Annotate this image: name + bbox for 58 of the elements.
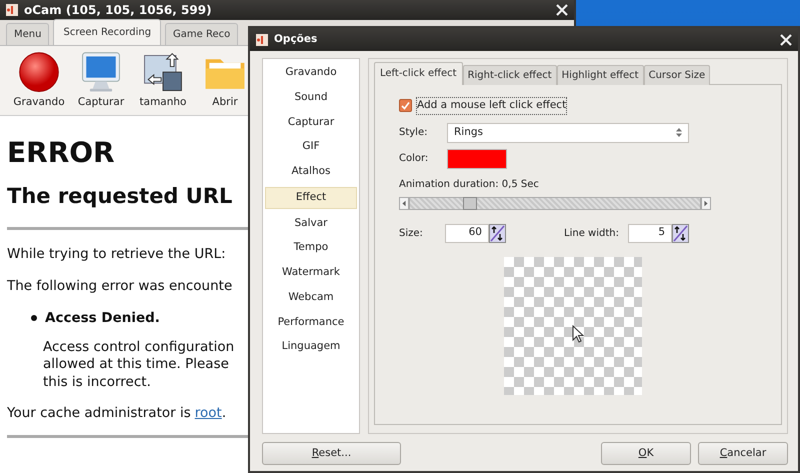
category-item[interactable]: Gravando <box>265 63 357 83</box>
toolbar-button[interactable]: Gravando <box>8 50 70 111</box>
color-swatch[interactable] <box>447 148 507 169</box>
category-item[interactable]: Webcam <box>265 288 357 308</box>
period: . <box>222 404 226 424</box>
category-item[interactable]: Performance <box>265 312 357 332</box>
category-item[interactable]: Linguagem <box>265 337 357 357</box>
error-subheading: The requested URL <box>7 184 232 209</box>
tab[interactable]: Highlight effect <box>556 65 644 85</box>
field-label: Line width: <box>564 226 620 241</box>
paragraph: The following error was encounte <box>7 277 232 296</box>
tab[interactable]: Left-click effect <box>374 62 463 85</box>
paragraph: While trying to retrieve the URL: <box>7 244 226 264</box>
field-label: Color: <box>399 152 430 166</box>
bullet-icon <box>31 315 37 322</box>
size-field[interactable]: 60 <box>445 224 489 243</box>
checkbox[interactable] <box>399 99 412 112</box>
toolbar-button[interactable]: Abrir <box>194 50 256 111</box>
app-icon <box>6 4 18 16</box>
category-item[interactable]: Atalhos <box>265 162 357 182</box>
category-item[interactable]: Sound <box>265 88 357 108</box>
ok-button[interactable]: OK <box>601 442 691 465</box>
toolbar-button[interactable]: tamanho <box>132 50 194 111</box>
slider-thumb[interactable] <box>462 196 477 210</box>
field-label: Style: <box>399 126 428 140</box>
app-icon <box>256 34 268 46</box>
cancel-button[interactable]: Cancelar <box>698 442 788 465</box>
line-width-field[interactable]: 5 <box>628 224 672 243</box>
bullet-title: Access Denied. <box>45 309 160 328</box>
tab[interactable]: Game Reco <box>165 23 238 45</box>
slider-label: Animation duration: 0,5 Sec <box>399 178 539 192</box>
paragraph: Access control configuration allowed at this time. Please this is incorrect. <box>43 338 234 392</box>
close-icon[interactable] <box>780 34 792 46</box>
tab[interactable]: Menu <box>6 23 50 45</box>
spin-icon[interactable] <box>672 224 689 243</box>
category-item[interactable]: Tempo <box>265 238 357 258</box>
category-item[interactable]: Watermark <box>265 263 357 283</box>
dialog-title: Opções <box>274 32 318 47</box>
reset-button[interactable]: Reset... <box>262 442 401 465</box>
category-item[interactable]: Salvar <box>265 214 357 234</box>
checkbox-label: Add a mouse left click effect <box>416 97 568 115</box>
field-label: Size: <box>399 226 424 241</box>
toolbar-button[interactable]: Capturar <box>70 50 132 111</box>
category-item[interactable]: Effect <box>265 186 357 208</box>
tab[interactable]: Right-click effect <box>462 65 557 85</box>
window-title: oCam (105, 105, 1056, 599) <box>24 2 213 19</box>
tab[interactable]: Cursor Size <box>644 65 710 85</box>
error-heading: ERROR <box>7 136 115 170</box>
cursor-icon <box>572 324 584 343</box>
admin-link[interactable]: root <box>194 403 222 424</box>
tab[interactable]: Screen Recording <box>53 19 162 45</box>
category-item[interactable]: Capturar <box>265 112 357 132</box>
style-dropdown[interactable]: Rings <box>447 122 689 143</box>
paragraph: Your cache administrator is <box>7 404 191 424</box>
spin-icon[interactable] <box>489 224 506 243</box>
category-item[interactable]: GIF <box>265 137 357 157</box>
close-icon[interactable] <box>556 4 568 16</box>
spinner-icon <box>676 128 682 138</box>
